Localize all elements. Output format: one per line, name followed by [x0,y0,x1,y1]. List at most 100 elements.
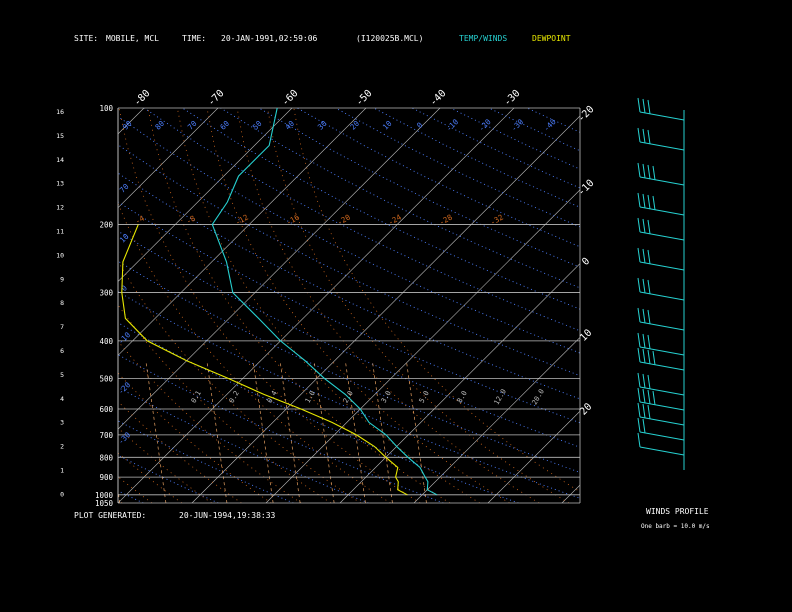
dry-adiabat-label: -30 [509,117,525,133]
height-label: 7 [60,323,64,331]
isotherm-label: -10 [576,178,597,199]
mixing-ratio-line [53,361,73,503]
wind-barb-flag [637,347,641,363]
wind-barb-shaft [639,361,685,371]
isotherm-line [413,336,580,503]
isotherm-line [710,108,792,503]
wind-barb-shaft [639,141,685,151]
dry-adiabat-label: 60 [218,119,231,132]
wind-barb-shaft [639,431,685,441]
isotherm-label: -40 [428,88,449,109]
mixing-ratio-label: 5.0 [418,390,431,405]
wind-barb-flag [642,278,646,294]
dry-adiabat-label: -40 [542,117,558,133]
dry-adiabat-line [118,354,444,503]
dry-adiabat-line [143,108,580,332]
mixing-ratio-line [406,360,427,503]
isotherm-line [118,108,367,356]
wind-barb-flag [647,99,651,115]
height-label: 3 [60,419,64,427]
wind-barb-flag [647,219,651,235]
height-label: 12 [56,204,64,212]
isotherm-label: -30 [502,88,523,109]
wind-barb-flag [637,372,641,388]
dry-adiabat-line [118,230,580,448]
wind-barb-shaft [639,206,685,216]
wind-barb-flag [647,374,651,390]
dry-adiabat-label: 40 [283,119,296,132]
height-label: 9 [60,275,64,283]
dry-adiabat-label: -30 [116,430,132,446]
mixing-ratio-label: 0.1 [190,390,203,405]
dry-adiabat-line [526,108,580,133]
dry-adiabat-label: -10 [116,330,132,346]
plot-generated-label: PLOT GENERATED: [74,511,147,520]
moist-adiabat-label: -12 [234,213,250,228]
wind-barb-flag [647,129,651,145]
height-label: 1 [60,467,64,475]
dry-adiabat-line [118,386,369,503]
pressure-label: 300 [99,289,113,298]
dry-adiabat-label: 90 [121,119,134,132]
mixing-ratio-line [344,360,366,503]
dry-adiabat-line [118,454,219,503]
dry-adiabat-label: -20 [477,117,493,133]
height-label: 14 [56,156,64,164]
wind-barb-flag [637,162,641,178]
wind-barb-flag [647,309,651,325]
wind-barb-flag [637,277,641,293]
wind-barb-flag [642,348,646,364]
dry-adiabat-label: 0 [415,120,425,130]
mixing-ratio-label: 0.4 [266,390,279,405]
pressure-label: 200 [99,220,113,229]
isotherm-line [118,108,441,430]
wind-barb-shaft [639,111,685,121]
isotherm-line [191,115,580,503]
wind-barb-flag [642,193,646,209]
dry-adiabat-line [335,108,580,228]
wind-barb-flag [652,390,656,406]
wind-barb-flag [637,332,641,348]
moist-adiabat-label: -16 [285,212,302,227]
moist-adiabat-label: -28 [438,212,455,227]
wind-barb-flag [637,217,641,233]
isotherm-label: -70 [206,88,227,109]
wind-barb-flag [637,247,641,263]
mixing-ratio-line [145,360,167,503]
wind-barb-flag [637,432,641,448]
wind-barb-flag [652,195,656,211]
moist-adiabat-line [118,476,153,503]
winds-barb-note: One barb = 10.0 m/s [641,523,710,530]
moist-adiabat-line [293,108,580,493]
skew-t-log-p-chart: 1002003004005006007008009001000105016151… [0,88,792,508]
wind-barb-flag [652,165,656,181]
dry-adiabat-line [0,108,68,503]
plot-generated-value: 20-JUN-1994,19:38:33 [179,511,276,520]
isotherm-line [118,108,293,282]
wind-barb-flag [652,350,656,366]
moist-adiabat-label: -24 [387,212,404,227]
moist-adiabat-line [176,108,480,503]
wind-barb-shaft [639,231,685,241]
pressure-label: 500 [99,374,113,383]
dry-adiabat-label: 80 [153,119,166,132]
height-label: 16 [56,108,64,116]
wind-barb-shaft [639,321,685,331]
dry-adiabat-label: 70 [118,182,131,195]
dry-adiabat-label: 30 [316,119,329,132]
wind-barb-flag [647,349,651,365]
wind-barb-flag [647,404,651,420]
dry-adiabat-line [296,108,580,248]
wind-barb-flag [637,192,641,208]
isotherm-label: -50 [354,88,375,109]
wind-barb-flag [637,387,641,403]
mixing-ratio-line [279,360,301,503]
wind-barb-flag [642,218,646,234]
height-label: 10 [56,251,64,259]
height-label: 8 [60,299,64,307]
mixing-ratio-label: 20.0 [531,388,546,407]
moist-adiabat-line [118,108,421,503]
moist-adiabat-line [118,304,332,503]
height-label: 13 [56,180,64,188]
moist-adiabat-line [236,108,540,503]
